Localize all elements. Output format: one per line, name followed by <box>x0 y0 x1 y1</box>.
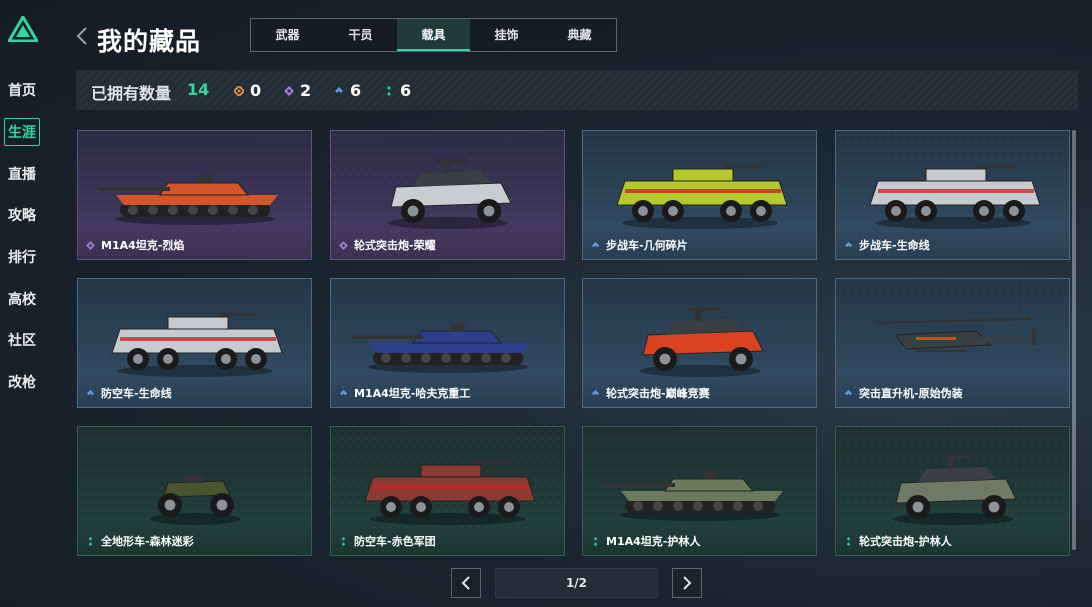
nav-item-colleges[interactable]: 高校 <box>8 289 36 309</box>
vehicle-image <box>869 165 1041 229</box>
nav-item-community[interactable]: 社区 <box>8 330 36 350</box>
vehicle-name-label: 轮式突击炮-荣耀 <box>354 239 436 252</box>
vehicle-card[interactable]: M1A4坦克-护林人 <box>582 426 817 556</box>
blue-gem-icon <box>591 389 600 395</box>
tab-weapons[interactable]: 武器 <box>251 19 324 51</box>
prev-page-button[interactable] <box>451 568 481 598</box>
vehicle-image <box>893 455 1017 525</box>
page-indicator: 1/2 <box>495 568 658 598</box>
nav-item-home[interactable]: 首页 <box>8 80 36 100</box>
owned-count: 14 <box>187 80 210 99</box>
vehicle-name-label: M1A4坦克-哈夫克重工 <box>354 387 471 400</box>
vehicle-name-label: 防空车-生命线 <box>101 387 172 400</box>
vehicle-name: 轮式突击炮-荣耀 <box>339 237 436 253</box>
vehicle-name: M1A4坦克-烈焰 <box>86 237 184 253</box>
vehicle-name: 全地形车-森林迷彩 <box>86 533 194 549</box>
blue-gem-icon <box>591 241 600 247</box>
vehicle-name-label: M1A4坦克-烈焰 <box>101 239 185 252</box>
back-button[interactable] <box>76 26 88 52</box>
rarity-count-value: 6 <box>400 81 412 100</box>
nav-item-gunsmith[interactable]: 改枪 <box>8 372 36 392</box>
vehicle-name: 防空车-赤色军团 <box>339 533 436 549</box>
green-gem-icon <box>387 85 391 96</box>
scrollbar[interactable] <box>1072 130 1076 550</box>
vehicle-name-label: 步战车-几何碎片 <box>606 239 688 252</box>
vehicle-card[interactable]: 防空车-赤色军团 <box>330 426 565 556</box>
nav-item-live[interactable]: 直播 <box>8 164 36 184</box>
vehicle-name-label: 突击直升机-原始伪装 <box>859 387 963 400</box>
vehicle-name: M1A4坦克-护林人 <box>591 533 700 549</box>
vehicle-name: 轮式突击炮-巅峰竞赛 <box>591 385 710 401</box>
vehicle-name: 突击直升机-原始伪装 <box>844 385 963 401</box>
green-gem-icon <box>341 536 346 546</box>
green-gem-icon <box>88 536 93 546</box>
tab-collection[interactable]: 典藏 <box>543 19 616 51</box>
rarity-count-blue: 6 <box>334 81 361 100</box>
vehicle-image <box>364 461 536 525</box>
rarity-count-gold: 0 <box>234 81 261 100</box>
blue-gem-icon <box>844 241 853 247</box>
blue-gem-icon <box>844 389 853 395</box>
vehicle-image <box>875 318 1036 352</box>
purple-gem-icon <box>86 240 95 250</box>
green-gem-icon <box>846 536 851 546</box>
vehicle-card[interactable]: 步战车-生命线 <box>835 130 1070 260</box>
vehicle-image <box>98 175 278 225</box>
vehicle-name-label: M1A4坦克-护林人 <box>606 535 701 548</box>
rarity-count-value: 0 <box>250 81 262 100</box>
vehicle-card[interactable]: M1A4坦克-烈焰 <box>77 130 312 260</box>
vehicle-image <box>640 307 764 377</box>
vehicle-name: 轮式突击炮-护林人 <box>844 533 952 549</box>
blue-gem-icon <box>86 389 95 395</box>
vehicle-image <box>150 475 240 525</box>
vehicle-name-label: 轮式突击炮-护林人 <box>859 535 952 548</box>
vehicle-card[interactable]: M1A4坦克-哈夫克重工 <box>330 278 565 408</box>
vehicle-card[interactable]: 防空车-生命线 <box>77 278 312 408</box>
vehicle-card[interactable]: 全地形车-森林迷彩 <box>77 426 312 556</box>
page-title: 我的藏品 <box>97 27 202 56</box>
category-tabs: 武器 干员 载具 挂饰 典藏 <box>250 18 617 52</box>
rarity-count-value: 2 <box>300 81 312 100</box>
gold-gem-icon <box>234 85 244 96</box>
vehicle-name: 步战车-几何碎片 <box>591 237 688 253</box>
blue-gem-icon <box>339 389 348 395</box>
vehicle-card[interactable]: 轮式突击炮-护林人 <box>835 426 1070 556</box>
vehicle-name: 防空车-生命线 <box>86 385 172 401</box>
vehicle-card[interactable]: 轮式突击炮-荣耀 <box>330 130 565 260</box>
vehicle-name-label: 步战车-生命线 <box>859 239 930 252</box>
tab-operators[interactable]: 干员 <box>324 19 397 51</box>
owned-label: 已拥有数量 <box>91 84 172 103</box>
purple-gem-icon <box>339 240 348 250</box>
app-logo[interactable] <box>8 16 38 42</box>
blue-gem-icon <box>335 86 343 93</box>
vehicle-name-label: 轮式突击炮-巅峰竞赛 <box>606 387 710 400</box>
nav-item-guides[interactable]: 攻略 <box>8 205 36 225</box>
vehicle-card[interactable]: 突击直升机-原始伪装 <box>835 278 1070 408</box>
chevron-right-icon <box>683 576 692 590</box>
vehicle-image <box>351 323 531 373</box>
vehicle-image <box>111 313 283 377</box>
vehicle-name-label: 防空车-赤色军团 <box>354 535 436 548</box>
green-gem-icon <box>593 536 598 546</box>
vehicle-image <box>603 471 783 521</box>
tab-charms[interactable]: 挂饰 <box>470 19 543 51</box>
rarity-count-value: 6 <box>350 81 362 100</box>
ownership-summary: 已拥有数量 14 0 2 6 6 <box>76 70 1078 110</box>
vehicle-name: 步战车-生命线 <box>844 237 930 253</box>
next-page-button[interactable] <box>672 568 702 598</box>
chevron-left-icon <box>76 27 87 45</box>
nav-item-rankings[interactable]: 排行 <box>8 247 36 267</box>
rarity-count-purple: 2 <box>284 81 311 100</box>
nav-item-career[interactable]: 生涯 <box>4 118 40 146</box>
vehicle-name-label: 全地形车-森林迷彩 <box>101 535 194 548</box>
tab-vehicles[interactable]: 载具 <box>397 19 470 51</box>
rarity-count-green: 6 <box>384 81 411 100</box>
vehicle-card[interactable]: 轮式突击炮-巅峰竞赛 <box>582 278 817 408</box>
vehicle-image <box>388 159 512 229</box>
vehicle-image <box>616 165 788 229</box>
vehicle-card[interactable]: 步战车-几何碎片 <box>582 130 817 260</box>
vehicle-name: M1A4坦克-哈夫克重工 <box>339 385 470 401</box>
chevron-left-icon <box>461 576 470 590</box>
purple-gem-icon <box>284 85 294 96</box>
